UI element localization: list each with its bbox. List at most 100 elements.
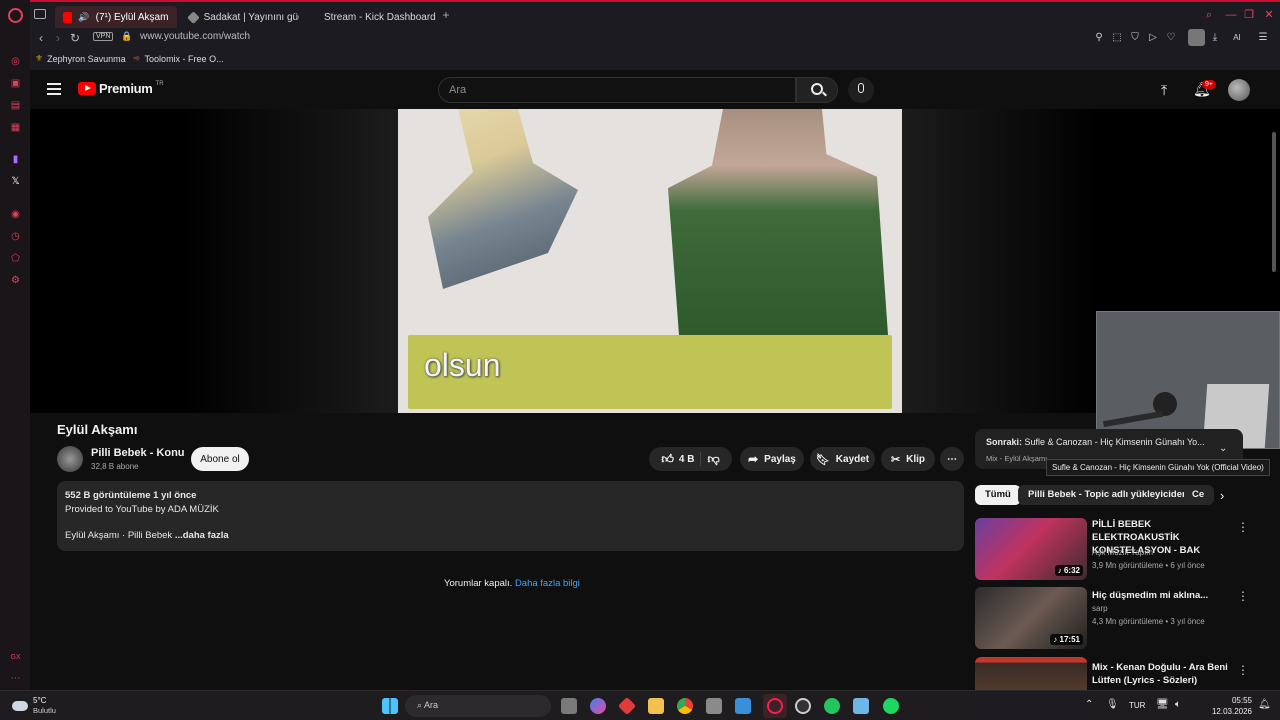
- app-red-icon[interactable]: [617, 696, 637, 716]
- store-icon[interactable]: [706, 698, 722, 714]
- vpn-badge[interactable]: VPN: [93, 32, 114, 41]
- ai-button[interactable]: AI: [1226, 31, 1248, 45]
- like-button[interactable]: 👍︎ 4 B: [661, 452, 694, 467]
- subscribe-button[interactable]: Abone ol: [191, 447, 249, 471]
- more-actions-button[interactable]: ⋯: [940, 447, 964, 471]
- clock[interactable]: 05:55 12.03.2026: [1208, 695, 1252, 717]
- opera-logo-icon[interactable]: [8, 8, 23, 23]
- video-thumbnail[interactable]: ♪ 17:51: [975, 587, 1087, 649]
- taskbar-search[interactable]: ⌕ Ara: [405, 695, 551, 717]
- page-scrollbar[interactable]: [1272, 132, 1276, 272]
- bookmark-toolomix[interactable]: ➾ Toolomix - Free O...: [133, 53, 224, 64]
- learn-more-link[interactable]: Daha fazla bilgi: [515, 578, 580, 589]
- heart-icon[interactable]: ♡: [1164, 31, 1178, 45]
- back-button[interactable]: ‹: [33, 30, 49, 46]
- pin-icon[interactable]: ⚲: [1092, 31, 1106, 45]
- recommendation-menu-icon[interactable]: ⋮: [1237, 589, 1249, 603]
- volume-icon[interactable]: 🔈︎: [1175, 699, 1181, 710]
- url-field[interactable]: www.youtube.com/watch: [140, 31, 250, 42]
- recommendation-title[interactable]: Hiç düşmedim mi aklına...: [1092, 589, 1232, 602]
- speaker-icon[interactable]: 🔊: [78, 12, 89, 23]
- reload-button[interactable]: ↻: [67, 30, 83, 46]
- messenger-icon[interactable]: ▤: [9, 99, 22, 112]
- settings-icon[interactable]: ⚙: [9, 274, 22, 287]
- search-tabs-icon[interactable]: ⌕: [1202, 8, 1216, 22]
- chip-scroll-right-icon[interactable]: ›: [1220, 488, 1224, 503]
- snapshot-icon[interactable]: ⬚: [1110, 31, 1124, 45]
- recommendation-item[interactable]: ♪ 17:51 Hiç düşmedim mi aklına... sarp 4…: [975, 587, 1265, 651]
- weather-widget[interactable]: 5°C Bulutlu: [12, 696, 56, 716]
- tray-chevron-icon[interactable]: ⌃: [1085, 699, 1093, 710]
- dislike-button[interactable]: 👎︎: [707, 452, 719, 467]
- new-tab-button[interactable]: +: [440, 9, 452, 21]
- windows-start-icon[interactable]: [382, 698, 398, 714]
- download-icon[interactable]: ⤓: [1208, 31, 1222, 45]
- close-window-button[interactable]: ✕: [1262, 8, 1276, 22]
- youtube-logo[interactable]: Premium TR: [78, 81, 164, 96]
- video-frame[interactable]: olsun: [398, 109, 902, 413]
- share-button[interactable]: ➦ Paylaş: [740, 447, 804, 471]
- play-icon[interactable]: ▷: [1146, 31, 1160, 45]
- search-input[interactable]: Ara: [438, 77, 796, 103]
- forward-button[interactable]: ›: [50, 30, 66, 46]
- description-box[interactable]: 552 B görüntüleme 1 yıl önce Provided to…: [57, 481, 964, 551]
- file-explorer-icon[interactable]: [648, 698, 664, 714]
- search-button[interactable]: [796, 77, 838, 103]
- pinboard-icon[interactable]: ⬠: [9, 252, 22, 265]
- maximize-button[interactable]: ❐: [1242, 8, 1256, 22]
- video-thumbnail[interactable]: [975, 657, 1087, 690]
- chip-topic[interactable]: Pilli Bebek - Topic adlı yükleyiciden: [1018, 485, 1198, 505]
- recommendation-title[interactable]: Mix - Kenan Doğulu - Ara Beni Lütfen (Ly…: [1092, 661, 1232, 687]
- profile-avatar[interactable]: [1188, 29, 1205, 46]
- hamburger-menu-icon[interactable]: [47, 83, 61, 95]
- channel-name[interactable]: Pilli Bebek - Konu: [91, 447, 185, 459]
- workspace-icon[interactable]: ▦: [9, 121, 22, 134]
- player-icon[interactable]: ◉: [9, 208, 22, 221]
- recommendation-menu-icon[interactable]: ⋮: [1237, 520, 1249, 534]
- chrome-icon[interactable]: [677, 698, 693, 714]
- aria-icon[interactable]: ◎: [9, 55, 22, 68]
- tab-manager-icon[interactable]: [34, 9, 46, 19]
- recommendation-menu-icon[interactable]: ⋮: [1237, 663, 1249, 677]
- clip-button[interactable]: ✂ Klip: [881, 447, 935, 471]
- voice-search-button[interactable]: [848, 77, 874, 103]
- obs-icon[interactable]: [795, 698, 811, 714]
- video-player[interactable]: olsun: [30, 109, 1280, 449]
- chevron-down-icon[interactable]: ⌄: [1219, 443, 1227, 454]
- twitch-icon[interactable]: ▮: [9, 153, 22, 166]
- account-avatar[interactable]: [1228, 79, 1250, 101]
- save-button[interactable]: 🔖︎ Kaydet: [810, 447, 875, 471]
- copilot-icon[interactable]: [590, 698, 606, 714]
- mail-icon[interactable]: [735, 698, 751, 714]
- extensions-icon[interactable]: ▣: [9, 77, 22, 90]
- video-thumbnail[interactable]: ♪ 6:32: [975, 518, 1087, 580]
- tray-mic-icon[interactable]: 🎙︎: [1106, 699, 1119, 710]
- tab-sadakat[interactable]: Sadakat | Yayınını güçlend: [181, 6, 307, 28]
- opera-gx-taskbar-icon[interactable]: [763, 694, 787, 718]
- task-view-icon[interactable]: [561, 698, 577, 714]
- bookmark-zephyron[interactable]: ⚜ Zephyron Savunma: [35, 53, 126, 64]
- network-icon[interactable]: 🖥︎: [1156, 699, 1169, 710]
- show-more-link[interactable]: ...daha fazla: [175, 530, 229, 541]
- tab-kick[interactable]: Stream - Kick Dashboard: [310, 6, 436, 28]
- green-app-icon[interactable]: [824, 698, 840, 714]
- upload-icon[interactable]: ⤒: [1161, 82, 1167, 99]
- shield-icon[interactable]: ⛉: [1128, 31, 1142, 45]
- recommendation-item[interactable]: Mix - Kenan Doğulu - Ara Beni Lütfen (Ly…: [975, 657, 1265, 690]
- x-twitter-icon[interactable]: 𝕏: [9, 175, 22, 188]
- history-icon[interactable]: ◷: [9, 230, 22, 243]
- language-indicator[interactable]: TUR: [1129, 701, 1145, 710]
- chip-partial[interactable]: Ce: [1184, 485, 1214, 505]
- lock-icon[interactable]: 🔒: [121, 31, 132, 42]
- channel-avatar[interactable]: [57, 446, 83, 472]
- notepad-icon[interactable]: [853, 698, 869, 714]
- menu-icon[interactable]: ☰: [1256, 31, 1270, 45]
- more-sidebar-icon[interactable]: ⋯: [9, 672, 22, 685]
- recommendation-item[interactable]: ♪ 6:32 PİLLİ BEBEK ELEKTROAKUSTİK KONSTE…: [975, 518, 1265, 582]
- gx-corner-icon[interactable]: GX: [9, 651, 22, 664]
- tab-youtube[interactable]: 🔊 (7¹) Eylül Akşamı - You: [55, 6, 177, 28]
- chip-all[interactable]: Tümü: [975, 485, 1021, 505]
- spotify-icon[interactable]: [883, 698, 899, 714]
- minimize-button[interactable]: —: [1224, 8, 1238, 22]
- notifications-icon[interactable]: 🔔︎: [1258, 699, 1271, 710]
